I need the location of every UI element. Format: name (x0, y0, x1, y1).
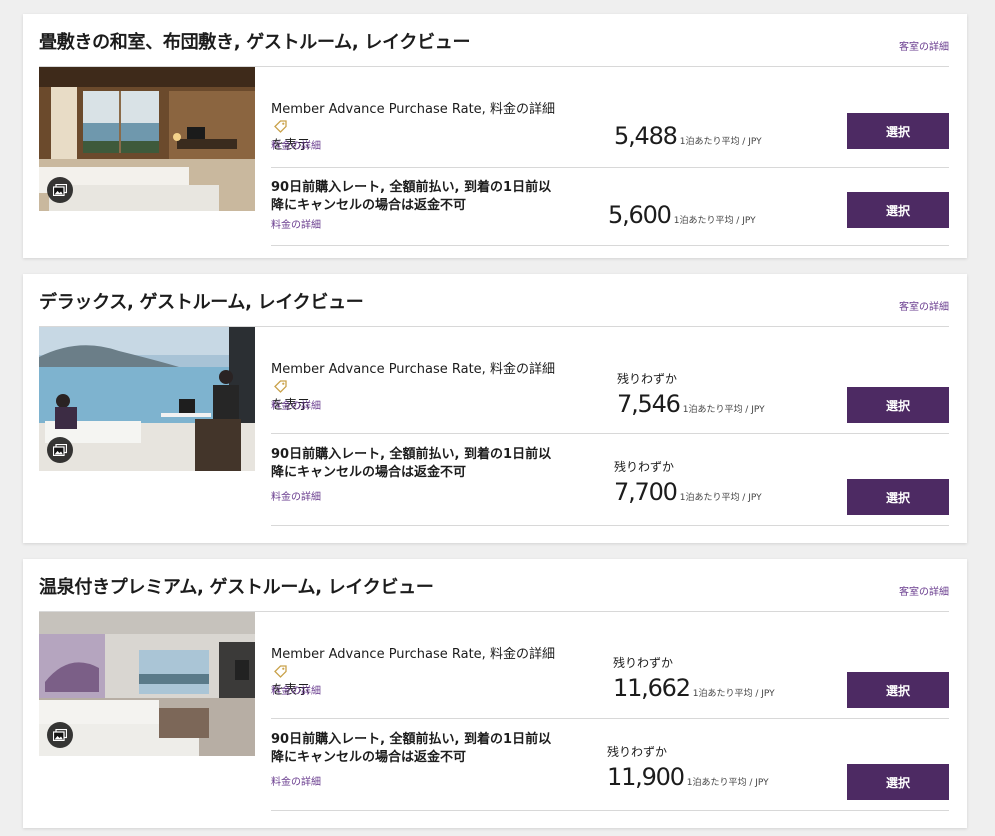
room-details-link[interactable]: 客室の詳細 (899, 583, 949, 598)
tag-icon (274, 380, 287, 393)
per-night-label: 1泊あたり平均 / JPY (679, 493, 762, 503)
rate-name-latin: Member Advance Purchase Rate, (271, 362, 490, 377)
price-amount: 11,662 (613, 674, 691, 702)
low-availability-label: 残りわずか (613, 656, 674, 670)
rate-name-line2: 降にキャンセルの場合は返金不可 (271, 198, 467, 213)
price-block: 5,488 1泊あたり平均 / JPY (614, 122, 762, 150)
price-amount: 5,600 (608, 201, 672, 229)
rate-name-line1: 90日前購入レート, 全額前払い, 到着の1日前以 (271, 447, 552, 462)
rate-name-latin: Member Advance Purchase Rate, (271, 647, 490, 662)
select-button[interactable]: 選択 (847, 192, 949, 228)
room-photo[interactable] (39, 612, 255, 756)
select-button[interactable]: 選択 (847, 764, 949, 800)
price-amount: 5,488 (614, 122, 678, 150)
room-details-link[interactable]: 客室の詳細 (899, 38, 949, 53)
rate-name-details: 料金の詳細 (489, 647, 555, 662)
select-button[interactable]: 選択 (847, 479, 949, 515)
rate-name-line2: 降にキャンセルの場合は返金不可 (271, 750, 467, 765)
low-availability-label: 残りわずか (617, 372, 678, 386)
gallery-button[interactable] (47, 177, 73, 203)
gallery-icon (53, 184, 67, 196)
per-night-label: 1泊あたり平均 / JPY (686, 778, 769, 788)
price-amount: 11,900 (607, 763, 685, 791)
per-night-label: 1泊あたり平均 / JPY (673, 216, 756, 226)
rate-row: 90日前購入レート, 全額前払い, 到着の1日前以 降にキャンセルの場合は返金不… (271, 167, 949, 246)
room-card: 畳敷きの和室、布団敷き, ゲストルーム, レイクビュー 客室の詳細 Member… (23, 14, 967, 258)
select-button[interactable]: 選択 (847, 387, 949, 423)
select-button[interactable]: 選択 (847, 672, 949, 708)
price-block: 残りわずか 11,900 1泊あたり平均 / JPY (607, 743, 769, 791)
gallery-icon (53, 444, 67, 456)
low-availability-label: 残りわずか (607, 745, 668, 759)
rate-row: 90日前購入レート, 全額前払い, 到着の1日前以 降にキャンセルの場合は返金不… (271, 719, 949, 811)
room-details-link[interactable]: 客室の詳細 (899, 298, 949, 313)
room-title: 温泉付きプレミアム, ゲストルーム, レイクビュー (39, 577, 434, 598)
rate-details-link[interactable]: 料金の詳細 (271, 137, 321, 152)
rate-details-link[interactable]: 料金の詳細 (271, 216, 321, 231)
rate-name-latin: Member Advance Purchase Rate, (271, 102, 490, 117)
rate-row: Member Advance Purchase Rate, 料金の詳細 を表示 … (271, 634, 949, 719)
rate-row: 90日前購入レート, 全額前払い, 到着の1日前以 降にキャンセルの場合は返金不… (271, 434, 949, 526)
rate-row: Member Advance Purchase Rate, 料金の詳細 を表示 … (271, 89, 949, 168)
low-availability-label: 残りわずか (614, 460, 675, 474)
per-night-label: 1泊あたり平均 / JPY (682, 405, 765, 415)
per-night-label: 1泊あたり平均 / JPY (692, 689, 775, 699)
rate-name: 90日前購入レート, 全額前払い, 到着の1日前以 降にキャンセルの場合は返金不… (271, 179, 571, 215)
rate-row: Member Advance Purchase Rate, 料金の詳細 を表示 … (271, 349, 949, 434)
tag-icon (274, 120, 287, 133)
room-card: デラックス, ゲストルーム, レイクビュー 客室の詳細 Member Advan… (23, 274, 967, 543)
tag-icon (274, 665, 287, 678)
price-block: 残りわずか 11,662 1泊あたり平均 / JPY (613, 654, 775, 702)
per-night-label: 1泊あたり平均 / JPY (679, 137, 762, 147)
gallery-icon (53, 729, 67, 741)
rate-name: 90日前購入レート, 全額前払い, 到着の1日前以 降にキャンセルの場合は返金不… (271, 731, 571, 767)
select-button[interactable]: 選択 (847, 113, 949, 149)
room-title: 畳敷きの和室、布団敷き, ゲストルーム, レイクビュー (39, 32, 471, 53)
rate-name-line2: 降にキャンセルの場合は返金不可 (271, 465, 467, 480)
room-card: 温泉付きプレミアム, ゲストルーム, レイクビュー 客室の詳細 Member A… (23, 559, 967, 828)
rate-name: 90日前購入レート, 全額前払い, 到着の1日前以 降にキャンセルの場合は返金不… (271, 446, 571, 482)
rate-name-details: 料金の詳細 (489, 362, 555, 377)
gallery-button[interactable] (47, 722, 73, 748)
rate-details-link[interactable]: 料金の詳細 (271, 773, 321, 788)
rate-name-line1: 90日前購入レート, 全額前払い, 到着の1日前以 (271, 732, 552, 747)
rate-details-link[interactable]: 料金の詳細 (271, 397, 321, 412)
price-block: 5,600 1泊あたり平均 / JPY (608, 201, 756, 229)
room-title: デラックス, ゲストルーム, レイクビュー (39, 292, 364, 313)
rate-details-link[interactable]: 料金の詳細 (271, 682, 321, 697)
rate-name-line1: 90日前購入レート, 全額前払い, 到着の1日前以 (271, 180, 552, 195)
price-amount: 7,700 (614, 478, 678, 506)
room-photo[interactable] (39, 67, 255, 211)
rate-name-details: 料金の詳細 (489, 102, 555, 117)
rate-details-link[interactable]: 料金の詳細 (271, 488, 321, 503)
price-amount: 7,546 (617, 390, 681, 418)
gallery-button[interactable] (47, 437, 73, 463)
room-photo[interactable] (39, 327, 255, 471)
price-block: 残りわずか 7,546 1泊あたり平均 / JPY (617, 370, 765, 418)
price-block: 残りわずか 7,700 1泊あたり平均 / JPY (614, 458, 762, 506)
